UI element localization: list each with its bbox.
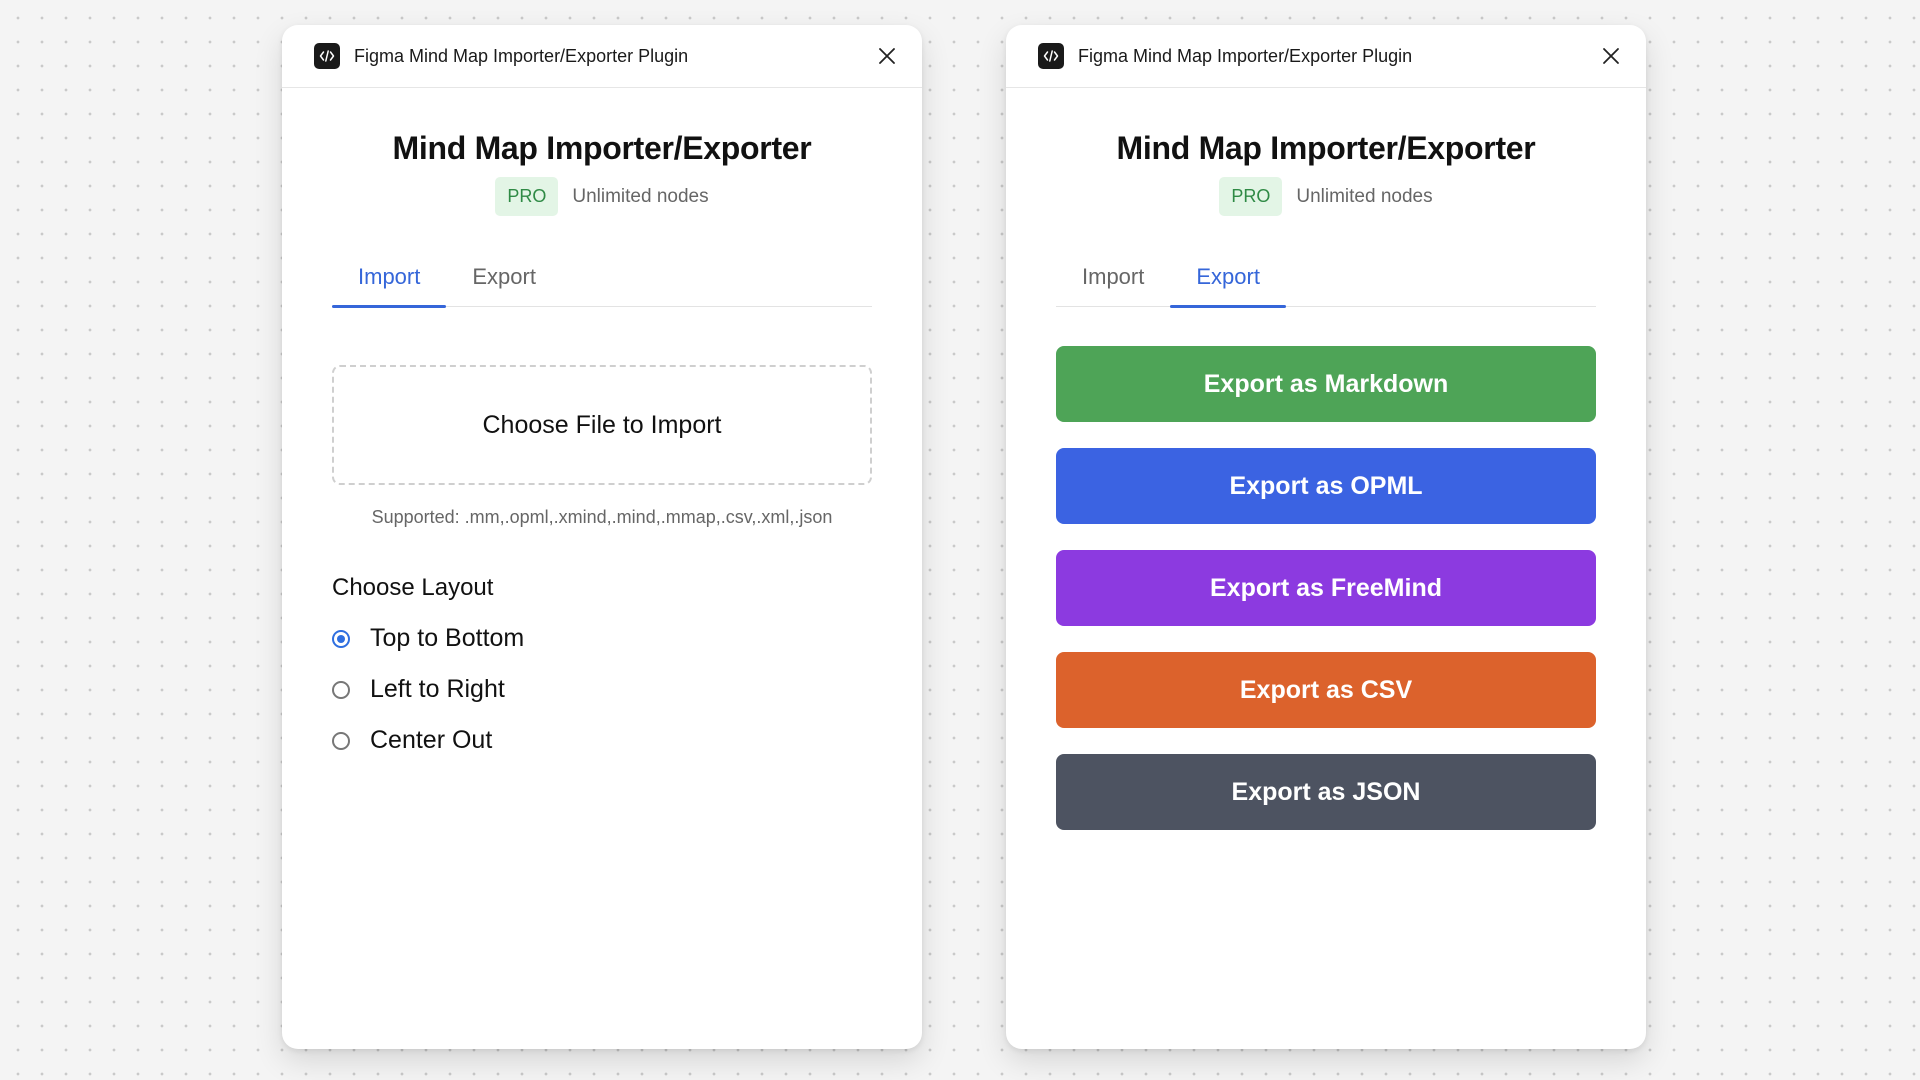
plugin-title: Figma Mind Map Importer/Exporter Plugin xyxy=(354,45,689,66)
layout-option-top-to-bottom[interactable]: Top to Bottom xyxy=(332,624,872,653)
layout-option-left-to-right[interactable]: Left to Right xyxy=(332,675,872,704)
export-markdown-button[interactable]: Export as Markdown xyxy=(1056,346,1596,422)
close-button[interactable] xyxy=(870,39,904,73)
radio-button-checked[interactable] xyxy=(332,629,350,648)
tab-import[interactable]: Import xyxy=(1056,248,1170,306)
code-icon xyxy=(314,43,340,69)
radio-button[interactable] xyxy=(332,680,350,699)
plugin-window-export: Figma Mind Map Importer/Exporter Plugin … xyxy=(1006,25,1646,1049)
plan-text: Unlimited nodes xyxy=(1296,185,1433,207)
close-button[interactable] xyxy=(1594,39,1628,73)
tab-export[interactable]: Export xyxy=(1170,248,1286,308)
tab-import[interactable]: Import xyxy=(332,248,447,308)
app-title: Mind Map Importer/Exporter xyxy=(1116,130,1536,166)
code-icon xyxy=(1038,43,1064,69)
pro-badge: PRO xyxy=(1219,177,1283,216)
titlebar: Figma Mind Map Importer/Exporter Plugin xyxy=(282,25,922,88)
radio-button[interactable] xyxy=(332,731,350,750)
close-icon xyxy=(1603,48,1619,64)
layout-option-center-out[interactable]: Center Out xyxy=(332,726,872,755)
plan-text: Unlimited nodes xyxy=(572,185,709,207)
export-json-button[interactable]: Export as JSON xyxy=(1056,754,1596,830)
layout-option-label: Left to Right xyxy=(370,675,505,703)
layout-option-label: Center Out xyxy=(370,726,493,754)
plan-row: PRO Unlimited nodes xyxy=(1056,177,1596,216)
pro-badge: PRO xyxy=(495,177,559,216)
tab-bar: Import Export xyxy=(332,248,872,308)
titlebar: Figma Mind Map Importer/Exporter Plugin xyxy=(1006,25,1646,88)
export-freemind-button[interactable]: Export as FreeMind xyxy=(1056,550,1596,626)
plan-row: PRO Unlimited nodes xyxy=(332,177,872,216)
export-button-list: Export as Markdown Export as OPML Export… xyxy=(1056,346,1596,830)
app-title: Mind Map Importer/Exporter xyxy=(392,130,812,166)
plugin-content: Mind Map Importer/Exporter PRO Unlimited… xyxy=(1006,130,1646,830)
close-icon xyxy=(879,48,895,64)
plugin-title: Figma Mind Map Importer/Exporter Plugin xyxy=(1078,45,1413,66)
export-csv-button[interactable]: Export as CSV xyxy=(1056,652,1596,728)
export-opml-button[interactable]: Export as OPML xyxy=(1056,448,1596,524)
choose-file-button[interactable]: Choose File to Import xyxy=(332,365,872,485)
layout-option-label: Top to Bottom xyxy=(370,624,525,652)
plugin-content: Mind Map Importer/Exporter PRO Unlimited… xyxy=(282,130,922,755)
tab-export[interactable]: Export xyxy=(446,248,562,306)
plugin-window-import: Figma Mind Map Importer/Exporter Plugin … xyxy=(282,25,922,1049)
layout-options: Top to Bottom Left to Right Center Out xyxy=(332,624,872,755)
supported-formats-text: Supported: .mm,.opml,.xmind,.mind,.mmap,… xyxy=(371,507,833,527)
tab-bar: Import Export xyxy=(1056,248,1596,308)
layout-heading: Choose Layout xyxy=(332,574,494,601)
